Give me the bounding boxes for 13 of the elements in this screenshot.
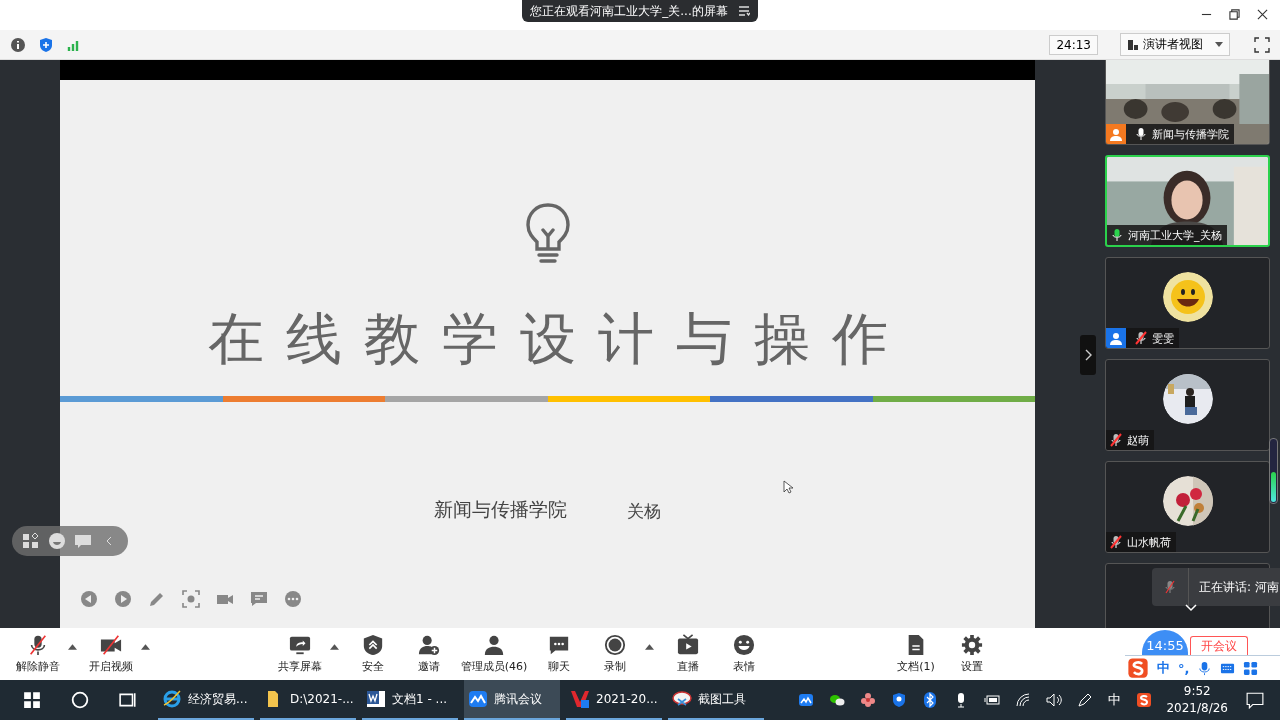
banner-text: 您正在观看河南工业大学_关...的屏幕 <box>530 2 728 20</box>
participant-name: 赵萌 <box>1127 432 1149 448</box>
department-name: 新闻与传播学院 <box>434 497 567 522</box>
participant-name: 雯雯 <box>1152 330 1174 346</box>
slide-title: 在线教学设计与操作 <box>207 305 910 373</box>
speaking-text: 正在讲话: 河南 <box>1188 568 1279 606</box>
participant-name: 新闻与传播学院 <box>1152 126 1229 142</box>
participant-name: 河南工业大学_关杨 <box>1128 227 1222 243</box>
participant-name: 山水帆荷 <box>1127 534 1171 550</box>
author-name: 关杨 <box>627 500 661 523</box>
elapsed-time: 24:13 <box>1049 34 1098 55</box>
clock-date: 2021/8/26 <box>1166 700 1228 717</box>
clock-time: 9:52 <box>1183 683 1211 700</box>
